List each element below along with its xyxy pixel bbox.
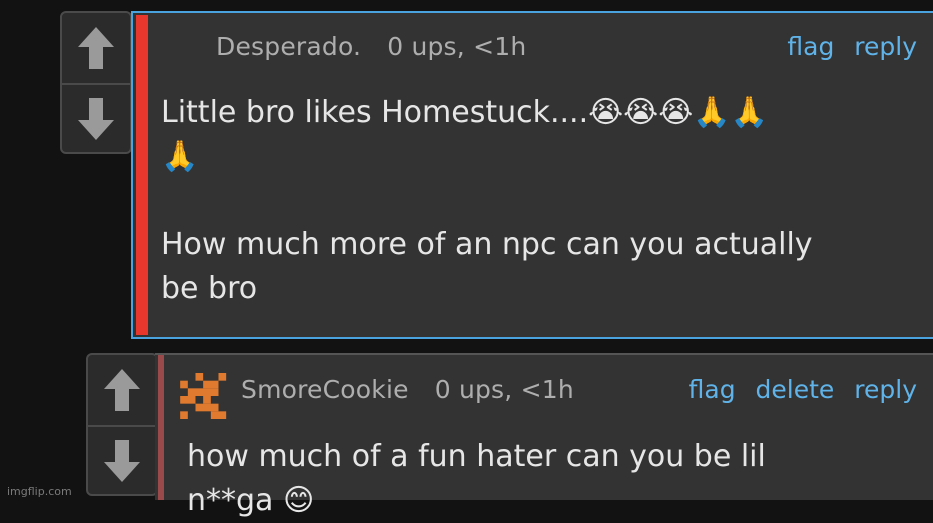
upvote-button[interactable]	[88, 355, 156, 425]
comment: Desperado. 0 ups, <1h flag reply Little b…	[131, 11, 933, 339]
comment-actions: flag delete reply	[689, 375, 917, 404]
comment-meta: SmoreCookie 0 ups, <1h	[241, 375, 574, 404]
arrow-down-icon	[78, 97, 114, 140]
username[interactable]: SmoreCookie	[241, 375, 409, 404]
username[interactable]: Desperado.	[216, 32, 361, 61]
comment-text-line: 🙏	[161, 139, 199, 174]
flag-link[interactable]: flag	[689, 375, 736, 404]
comment-text-line: how much of a fun hater can you be lil	[187, 439, 766, 474]
comment-text-line: How much more of an npc can you actually	[161, 227, 813, 262]
comment-meta: Desperado. 0 ups, <1h	[216, 32, 526, 61]
arrow-down-icon	[104, 439, 140, 482]
op-indicator-bar	[136, 15, 148, 335]
thread-indicator-bar	[158, 355, 164, 500]
arrow-up-icon	[104, 369, 140, 411]
avatar[interactable]	[179, 373, 235, 419]
comment-body: how much of a fun hater can you be lil n…	[187, 435, 766, 523]
comment-text-line: n**ga 😊	[187, 483, 315, 518]
vote-box	[60, 11, 132, 154]
downvote-button[interactable]	[88, 427, 156, 494]
comment-text-line: be bro	[161, 271, 258, 306]
ups-time: 0 ups, <1h	[387, 32, 527, 61]
upvote-button[interactable]	[62, 13, 130, 83]
watermark: imgflip.com	[7, 485, 72, 498]
flag-link[interactable]: flag	[787, 32, 834, 61]
arrow-up-icon	[78, 27, 114, 69]
downvote-button[interactable]	[62, 85, 130, 152]
reply-link[interactable]: reply	[854, 375, 917, 404]
comment-text-line: Little bro likes Homestuck....😭😭😭🙏🙏	[161, 95, 768, 130]
comment: SmoreCookie 0 ups, <1h flag delete reply …	[155, 353, 933, 518]
vote-box	[86, 353, 158, 496]
reply-link[interactable]: reply	[854, 32, 917, 61]
delete-link[interactable]: delete	[756, 375, 835, 404]
ups-time: 0 ups, <1h	[434, 375, 574, 404]
comment-body: Little bro likes Homestuck....😭😭😭🙏🙏 🙏 Ho…	[161, 91, 813, 311]
comment-actions: flag reply	[787, 32, 917, 61]
